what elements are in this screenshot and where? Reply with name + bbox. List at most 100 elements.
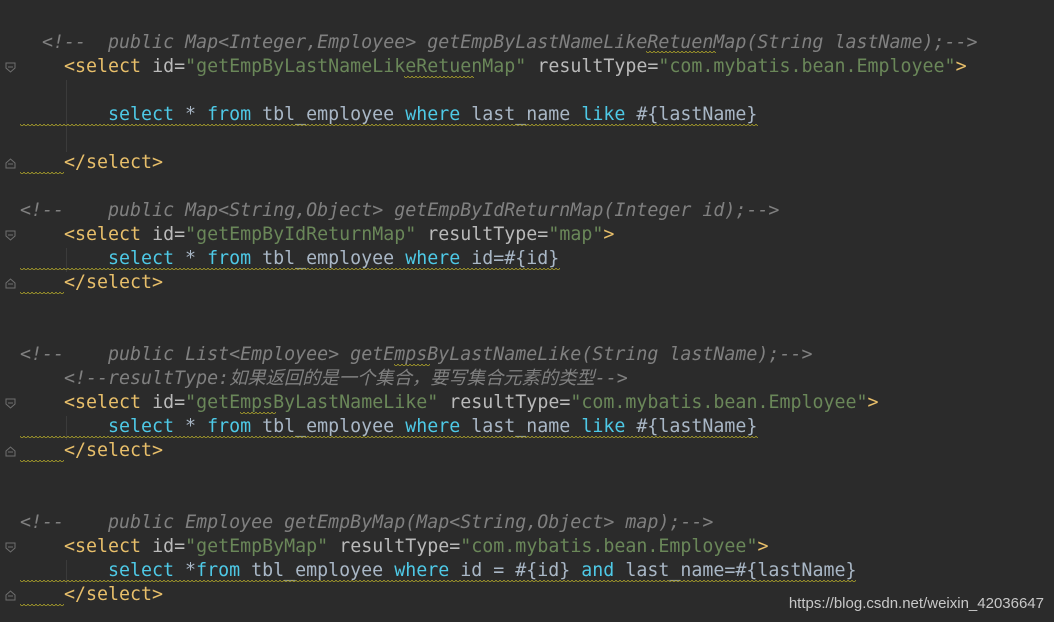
code-token: tbl_employee (240, 560, 395, 581)
fold-open-icon[interactable] (5, 62, 16, 73)
code-token: <select (64, 392, 153, 413)
code-token: select (108, 416, 175, 437)
code-token: resultType= (427, 224, 549, 245)
code-token: like (581, 416, 626, 437)
editor-gutter (0, 0, 22, 622)
code-line[interactable]: <!-- public Employee getEmpByMap(Map<Str… (20, 511, 713, 535)
typo-underline (404, 76, 474, 80)
fold-open-icon[interactable] (5, 230, 16, 241)
code-token: </select> (64, 584, 164, 605)
code-token: resultType= (537, 56, 659, 77)
code-token: * (174, 248, 208, 269)
code-token: where (394, 560, 450, 581)
code-token: #{lastName} (625, 104, 758, 125)
typo-underline (394, 364, 430, 368)
fold-open-icon[interactable] (5, 398, 16, 409)
fold-close-icon[interactable] (5, 446, 16, 457)
code-token: <!--resultType: (64, 368, 230, 389)
code-line[interactable]: <select id="getEmpByMap" resultType="com… (64, 535, 768, 559)
code-token: last_name (460, 416, 582, 437)
code-line[interactable]: <select id="getEmpByIdReturnMap" resultT… (64, 223, 614, 247)
code-token: select (108, 104, 175, 125)
code-token: like (581, 104, 626, 125)
code-line[interactable]: </select> (64, 151, 163, 175)
code-token: resultType= (449, 392, 571, 413)
fold-close-icon[interactable] (5, 158, 16, 169)
code-token: from (207, 416, 252, 437)
fold-open-icon[interactable] (5, 542, 16, 553)
code-line[interactable]: <!-- public Map<String,Object> getEmpByI… (20, 199, 779, 223)
code-token: resultType= (339, 536, 461, 557)
code-token: > (757, 536, 769, 557)
indent-guide (66, 80, 67, 152)
code-token: from (207, 104, 252, 125)
code-line[interactable]: <!-- public Map<Integer,Employee> getEmp… (42, 31, 978, 55)
code-token: "getEmpByIdReturnMap" (185, 224, 417, 245)
code-token: </select> (64, 440, 164, 461)
code-token: id = #{id} (449, 560, 582, 581)
code-token: > (955, 56, 967, 77)
code-token: "getEmpsByLastNameLike" (185, 392, 439, 413)
warning-underline (20, 460, 64, 464)
code-token: from (207, 248, 252, 269)
code-token: id= (152, 392, 186, 413)
warning-underline (20, 604, 64, 608)
code-token: where (405, 416, 461, 437)
code-token: <!-- public Map<String,Object> getEmpByI… (20, 200, 780, 221)
code-line[interactable]: <select id="getEmpsByLastNameLike" resul… (64, 391, 879, 415)
fold-close-icon[interactable] (5, 278, 16, 289)
code-line[interactable]: </select> (64, 271, 163, 295)
watermark-text: https://blog.csdn.net/weixin_42036647 (788, 595, 1044, 612)
code-token: id= (152, 224, 186, 245)
code-token: </select> (64, 152, 164, 173)
code-token: > (867, 392, 879, 413)
warning-underline (20, 292, 64, 296)
code-token: #{lastName} (625, 416, 758, 437)
code-token: id= (152, 536, 186, 557)
code-token: </select> (64, 272, 164, 293)
typo-underline (240, 412, 276, 416)
code-token: last_name=#{lastName} (614, 560, 857, 581)
code-token: tbl_employee (251, 248, 406, 269)
warning-underline (20, 580, 856, 584)
code-token: "com.mybatis.bean.Employee" (658, 56, 956, 77)
code-line[interactable]: <!--resultType:如果返回的是一个集合，要写集合元素的类型--> (64, 367, 628, 391)
code-token: "getEmpByLastNameLikeRetuenMap" (185, 56, 527, 77)
warning-underline (20, 436, 758, 440)
code-token: <select (64, 536, 153, 557)
code-token: from (196, 560, 241, 581)
code-token: where (405, 104, 461, 125)
fold-close-icon[interactable] (5, 590, 16, 601)
warning-underline (20, 172, 64, 176)
code-token: last_name (460, 104, 582, 125)
code-line[interactable]: </select> (64, 583, 163, 607)
code-token: id=#{id} (460, 248, 560, 269)
warning-underline (20, 268, 560, 272)
code-token: select (108, 560, 175, 581)
code-token: <select (64, 224, 153, 245)
code-token: * (174, 416, 208, 437)
code-token: <select (64, 56, 153, 77)
typo-underline (646, 51, 716, 55)
code-token: and (581, 560, 615, 581)
code-token: * (174, 560, 197, 581)
code-line[interactable]: </select> (64, 439, 163, 463)
code-token: tbl_employee (251, 104, 406, 125)
code-token: "com.mybatis.bean.Employee" (570, 392, 868, 413)
code-token: --> (594, 368, 628, 389)
code-token: "map" (548, 224, 604, 245)
code-token: "com.mybatis.bean.Employee" (460, 536, 758, 557)
code-editor[interactable]: <!-- public Map<Integer,Employee> getEmp… (0, 0, 1054, 622)
code-token: tbl_employee (251, 416, 406, 437)
code-token: "getEmpByMap" (185, 536, 329, 557)
warning-underline (20, 124, 758, 128)
code-token: <!-- public Map<Integer,Employee> getEmp… (42, 32, 978, 53)
code-token: select (108, 248, 175, 269)
code-line[interactable]: <select id="getEmpByLastNameLikeRetuenMa… (64, 55, 967, 79)
code-token: * (174, 104, 208, 125)
code-token: 如果返回的是一个集合，要写集合元素的类型 (229, 368, 595, 389)
code-token: > (603, 224, 615, 245)
